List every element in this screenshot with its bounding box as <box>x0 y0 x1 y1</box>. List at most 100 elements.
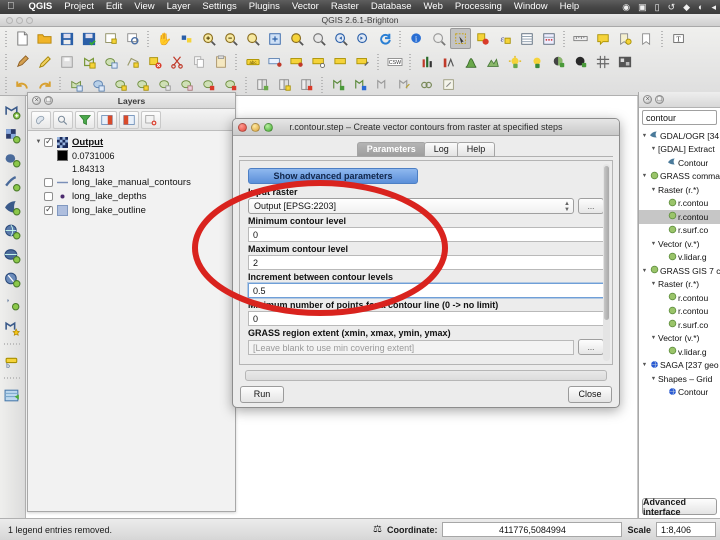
menu-layer[interactable]: Layer <box>161 0 197 14</box>
layer-item-manual-contours[interactable]: long_lake_manual_contours <box>31 175 235 189</box>
wifi-icon[interactable]: ◐ <box>694 2 707 12</box>
toolbox-algorithm[interactable]: r.surf.co <box>639 224 720 238</box>
float-panel-icon[interactable]: □ <box>655 95 664 104</box>
displays-icon[interactable]: ▣ <box>634 2 651 13</box>
chevron-down-icon[interactable]: ▼ <box>649 376 658 382</box>
toolbar-grip[interactable] <box>234 52 240 71</box>
edit-table-icon[interactable] <box>438 74 459 95</box>
georeferencer-icon[interactable] <box>614 51 635 72</box>
toolbar-grip[interactable] <box>660 29 666 48</box>
toolbox-node[interactable]: ▼ GDAL/OGR [34 <box>639 129 720 143</box>
new-shapefile-layer-icon[interactable] <box>0 315 24 339</box>
menu-processing[interactable]: Processing <box>449 0 508 14</box>
chevron-down-icon[interactable]: ▼ <box>640 268 649 274</box>
toolbox-algorithm-selected[interactable]: r.contou <box>639 210 720 224</box>
menu-help[interactable]: Help <box>554 0 586 14</box>
toolbox-algorithm[interactable]: r.contou <box>639 291 720 305</box>
toolbox-algorithm[interactable]: r.contou <box>639 197 720 211</box>
add-mssql-layer-icon[interactable] <box>0 195 24 219</box>
new-spatialite-icon[interactable] <box>296 74 317 95</box>
zoom-next-icon[interactable] <box>352 28 373 49</box>
field-calculator-icon[interactable] <box>538 28 559 49</box>
timemachine-icon[interactable]: ↺ <box>664 2 680 13</box>
save-layer-edits-icon[interactable] <box>56 51 77 72</box>
move-label-icon[interactable] <box>308 51 329 72</box>
toolbox-algorithm-tree[interactable]: ▼ GDAL/OGR [34 ▼ [GDAL] Extract Contour … <box>639 127 720 495</box>
chevron-down-icon[interactable]: ▼ <box>640 133 649 139</box>
add-wcs-layer-icon[interactable] <box>0 243 24 267</box>
menu-edit[interactable]: Edit <box>100 0 128 14</box>
volume-icon[interactable]: ◂ <box>707 2 720 13</box>
tab-log[interactable]: Log <box>423 142 459 157</box>
save-project-icon[interactable] <box>56 28 77 49</box>
chevron-down-icon[interactable]: ▼ <box>649 241 658 247</box>
chevron-down-icon[interactable]: ▼ <box>649 335 658 341</box>
add-spatialite-layer-icon[interactable] <box>0 171 24 195</box>
filter-legend-icon[interactable] <box>53 110 73 129</box>
toolbar-grip[interactable] <box>320 75 326 94</box>
new-shapefile-icon[interactable] <box>274 74 295 95</box>
paste-features-icon[interactable] <box>210 51 231 72</box>
toolbox-node[interactable]: ▼ GRASS commar <box>639 170 720 184</box>
select-features-icon[interactable] <box>450 28 471 49</box>
menu-web[interactable]: Web <box>418 0 449 14</box>
light-icon[interactable] <box>504 51 525 72</box>
toolbar-grip[interactable] <box>376 52 382 71</box>
toolbox-algorithm[interactable]: Contour <box>639 386 720 400</box>
dialog-close-button[interactable] <box>238 123 247 132</box>
menu-vector[interactable]: Vector <box>286 0 325 14</box>
layer-tree[interactable]: ▼ Output 0.0731006 1.84313 long <box>28 131 235 510</box>
layer-item-outline[interactable]: long_lake_outline <box>31 203 235 217</box>
map-tips-icon[interactable] <box>592 28 613 49</box>
chevron-down-icon[interactable]: ▼ <box>33 139 44 145</box>
window-zoom-button[interactable] <box>26 17 33 24</box>
dialog-window-controls[interactable] <box>238 123 273 132</box>
grid-icon[interactable] <box>592 51 613 72</box>
plugin-manager-icon[interactable] <box>372 74 393 95</box>
toolbar-grip[interactable] <box>408 52 414 71</box>
add-raster-layer-icon[interactable] <box>0 123 24 147</box>
add-delimited-text-icon[interactable]: ’ <box>0 291 24 315</box>
rotate-label-icon[interactable] <box>330 51 351 72</box>
scrollbar-thumb[interactable] <box>604 166 609 320</box>
bluetooth-icon[interactable]: ◆ <box>679 2 694 13</box>
refresh-icon[interactable] <box>374 28 395 49</box>
terrain-icon[interactable] <box>482 51 503 72</box>
toolbar-grip[interactable] <box>4 52 10 71</box>
shadow-icon[interactable] <box>526 51 547 72</box>
toolbox-node[interactable]: ▼ [GDAL] Extract <box>639 143 720 157</box>
pan-to-selection-icon[interactable] <box>176 28 197 49</box>
toggle-editing-icon[interactable] <box>34 51 55 72</box>
copy-features-icon[interactable] <box>188 51 209 72</box>
toolbar-grip[interactable] <box>146 29 152 48</box>
float-panel-icon[interactable]: □ <box>44 96 53 105</box>
show-bookmarks-icon[interactable] <box>636 28 657 49</box>
toolbox-panel-buttons[interactable]: × □ <box>643 95 664 104</box>
menu-project[interactable]: Project <box>58 0 100 14</box>
minimum-contour-level-input[interactable]: 0 <box>248 227 604 242</box>
chevron-down-icon[interactable]: ▼ <box>649 187 658 193</box>
window-minimize-button[interactable] <box>16 17 23 24</box>
add-feature-icon[interactable] <box>78 51 99 72</box>
parameters-scrollbar[interactable] <box>603 164 610 361</box>
menu-window[interactable]: Window <box>508 0 554 14</box>
save-project-as-icon[interactable] <box>78 28 99 49</box>
toolbox-node[interactable]: ▼ GRASS GIS 7 co <box>639 264 720 278</box>
open-attribute-table-icon[interactable] <box>516 28 537 49</box>
python-console-icon[interactable] <box>394 74 415 95</box>
increment-between-contour-levels-input[interactable]: 0.5 <box>248 283 604 298</box>
open-table-icon[interactable] <box>416 74 437 95</box>
db-manager-icon[interactable] <box>328 74 349 95</box>
add-wms-layer-icon[interactable] <box>0 219 24 243</box>
toolbox-algorithm[interactable]: v.lidar.g <box>639 251 720 265</box>
layer-visibility-checkbox[interactable] <box>44 204 53 215</box>
menu-qgis[interactable]: QGIS <box>23 0 59 14</box>
minimum-points-input[interactable]: 0 <box>248 311 604 326</box>
collapse-all-icon[interactable] <box>119 110 139 129</box>
text-annotation-icon[interactable]: T <box>668 28 689 49</box>
add-vector-layer-icon[interactable] <box>0 99 24 123</box>
hillshade-icon[interactable] <box>548 51 569 72</box>
zoom-full-icon[interactable] <box>264 28 285 49</box>
toolbox-algorithm[interactable]: r.surf.co <box>639 318 720 332</box>
window-controls[interactable] <box>6 17 33 24</box>
